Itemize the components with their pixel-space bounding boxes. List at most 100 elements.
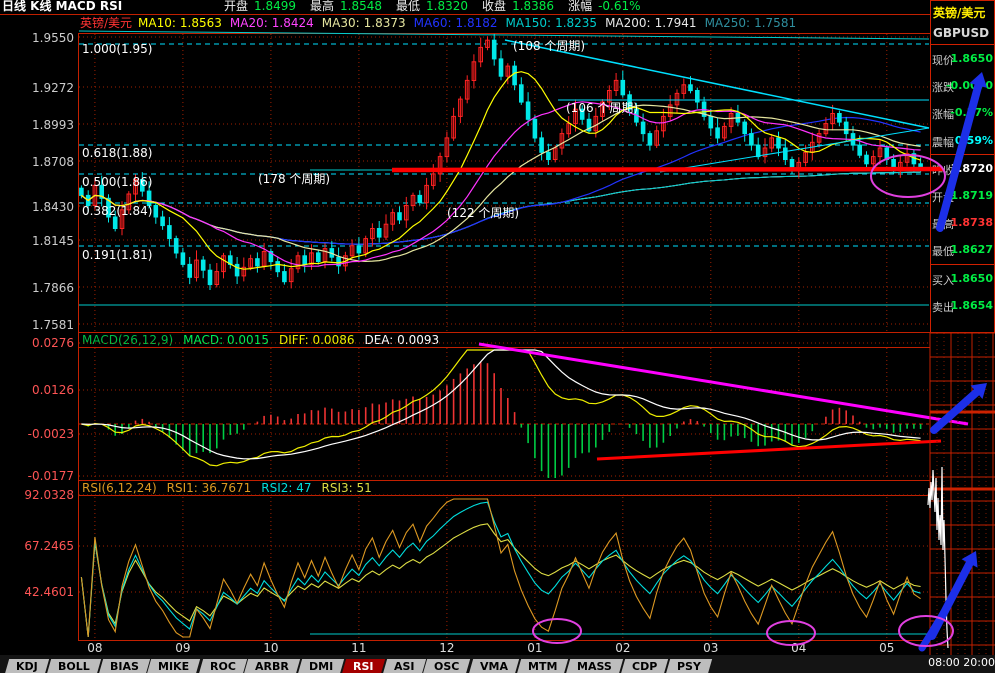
tab-rsi[interactable]: RSI	[342, 659, 386, 673]
ohlc-field-label: 开盘	[224, 0, 249, 13]
tab-label: KDJ	[16, 660, 38, 673]
ma-legend-item: MA60: 1.8182	[414, 16, 498, 30]
main-y-tick: 1.8430	[32, 200, 74, 214]
ohlc-field-value: 1.8320	[426, 0, 469, 13]
tab-mass[interactable]: MASS	[566, 659, 624, 673]
month-label: 01	[527, 641, 543, 655]
indicator-header-part: RSI3: 51	[321, 481, 372, 495]
main-chart-panel[interactable]	[78, 33, 931, 333]
ohlc-summary: 开盘 1.8499 最高 1.8548 最低 1.8320 收盘 1.8386 涨幅 -0.61%	[210, 0, 641, 13]
month-label: 12	[439, 641, 455, 655]
tab-mike[interactable]: MIKE	[147, 659, 201, 673]
tab-cdp[interactable]: CDP	[620, 659, 669, 673]
macd-header: MACD(26,12,9) MACD: 0.0015 DIFF: 0.0086 DEA…	[79, 333, 930, 348]
ma-legend-item: MA30: 1.8373	[322, 16, 406, 30]
ma-label: MA200:	[605, 16, 651, 30]
indicator-header-part: RSI1: 36.7671	[166, 481, 252, 495]
topbar-separator	[0, 14, 930, 15]
main-y-tick: 1.9550	[32, 31, 74, 45]
ma-value: 1.8235	[555, 16, 598, 30]
quote-row-value: 1.8654	[950, 298, 993, 312]
quote-row-value: -0.37%	[950, 106, 993, 120]
tab-mtm[interactable]: MTM	[516, 659, 569, 673]
main-y-tick: 1.8993	[32, 118, 74, 132]
ma-label: MA250:	[704, 16, 751, 30]
tab-psy[interactable]: PSY	[666, 659, 713, 673]
ma-value: 1.8182	[455, 16, 498, 30]
tab-asi[interactable]: ASI	[382, 659, 426, 673]
tab-label: ARBR	[255, 660, 290, 673]
ohlc-field-label: 收盘	[482, 0, 507, 13]
quote-row: 卖出 1.8654	[931, 292, 994, 319]
tab-osc[interactable]: OSC	[423, 659, 471, 673]
tab-kdj[interactable]: KDJ	[4, 659, 49, 673]
quote-row: 买入 1.8650	[931, 265, 994, 292]
ma-label: MA20:	[229, 16, 268, 30]
ma-legend-item: MA20: 1.8424	[230, 16, 314, 30]
main-y-tick: 1.7866	[32, 281, 74, 295]
main-y-tick: 1.9272	[32, 81, 74, 95]
quote-row-label: 震幅	[932, 135, 954, 149]
macd-panel[interactable]	[78, 332, 931, 481]
ma-label: MA10:	[138, 16, 176, 30]
ohlc-field-label: 涨幅	[568, 0, 593, 13]
tab-label: OSC	[434, 660, 460, 673]
ma-value: 1.7581	[754, 16, 797, 30]
main-y-tick: 1.7581	[32, 318, 74, 332]
tab-label: DMI	[309, 660, 334, 673]
quote-row-value: 1.8650	[950, 52, 993, 65]
quote-row: 涨跌 -0.0070	[931, 72, 994, 99]
ma-value: 1.8563	[179, 16, 222, 30]
rsi-y-tick: 42.4601	[24, 585, 74, 599]
quote-row: 开盘 1.8719	[931, 182, 994, 209]
tab-dmi[interactable]: DMI	[298, 659, 345, 673]
quote-title: 英镑/美元	[933, 6, 986, 20]
trading-app: 日线 K线 MACD RSI 开盘 1.8499 最高 1.8548 最低 1.8320 收…	[0, 0, 995, 673]
indicator-header-part: MACD: 0.0015	[183, 333, 269, 347]
tab-roc[interactable]: ROC	[198, 659, 247, 673]
ma-value: 1.8424	[271, 16, 314, 30]
macd-y-tick: 0.0126	[32, 383, 74, 397]
ma-legend-item: MA150: 1.8235	[506, 16, 598, 30]
ohlc-field-value: -0.61%	[598, 0, 641, 13]
quote-row-value: 1.8720	[950, 161, 993, 175]
ohlc-field-label: 最低	[396, 0, 421, 13]
month-label: 10	[263, 641, 279, 655]
indicator-header-part: MACD(26,12,9)	[82, 333, 174, 347]
rsi-header: RSI(6,12,24) RSI1: 36.7671 RSI2: 47 RSI3: 5…	[79, 481, 930, 496]
ohlc-field-value: 1.8499	[254, 0, 297, 13]
ohlc-field-value: 1.8386	[512, 0, 555, 13]
macd-y-tick: 0.0276	[32, 336, 74, 350]
month-label: 03	[703, 641, 719, 655]
quote-row: 现价 1.8650	[931, 45, 994, 72]
quote-row-value: -0.0070	[945, 79, 993, 93]
quote-row-value: 1.8627	[950, 243, 993, 257]
indicator-header-part: DIFF: 0.0086	[278, 333, 355, 347]
tab-bias[interactable]: BIAS	[98, 659, 150, 673]
quote-panel: 英镑/美元 GBPUSD 现价 1.8650 涨跌 -0.0070 涨幅 -0.37% 震幅…	[930, 0, 995, 333]
tab-label: BIAS	[109, 660, 139, 673]
rsi-panel[interactable]	[78, 480, 931, 641]
chart-mode-title[interactable]: 日线 K线 MACD RSI	[2, 0, 122, 13]
month-label: 08	[87, 641, 103, 655]
ma-label: MA60:	[413, 16, 452, 30]
tab-arbr[interactable]: ARBR	[244, 659, 301, 673]
symbol-label: 英镑/美元	[80, 16, 133, 30]
ma-value: 1.8373	[363, 16, 406, 30]
tab-boll[interactable]: BOLL	[46, 659, 101, 673]
quote-row: 最低 1.8627	[931, 236, 994, 265]
quote-row-value: 1.8719	[950, 188, 993, 202]
tab-label: MTM	[527, 660, 558, 673]
main-y-tick: 1.8145	[32, 234, 74, 248]
tab-vma[interactable]: VMA	[468, 659, 519, 673]
intraday-grid-panel	[930, 333, 995, 655]
indicator-tab-bar: KDJ BOLL BIAS MIKE ROC ARBR DMI RSI ASI OSC VMA MTM…	[0, 655, 995, 673]
top-bar: 日线 K线 MACD RSI 开盘 1.8499 最高 1.8548 最低 1.8320 收…	[0, 0, 995, 14]
ohlc-field-label: 最高	[310, 0, 335, 13]
tab-label: ASI	[393, 660, 415, 673]
indicator-header-part: DEA: 0.0093	[364, 333, 440, 347]
tab-label: MIKE	[158, 660, 190, 673]
month-label: 11	[351, 641, 367, 655]
month-label: 04	[791, 641, 807, 655]
tab-label: BOLL	[57, 660, 90, 673]
